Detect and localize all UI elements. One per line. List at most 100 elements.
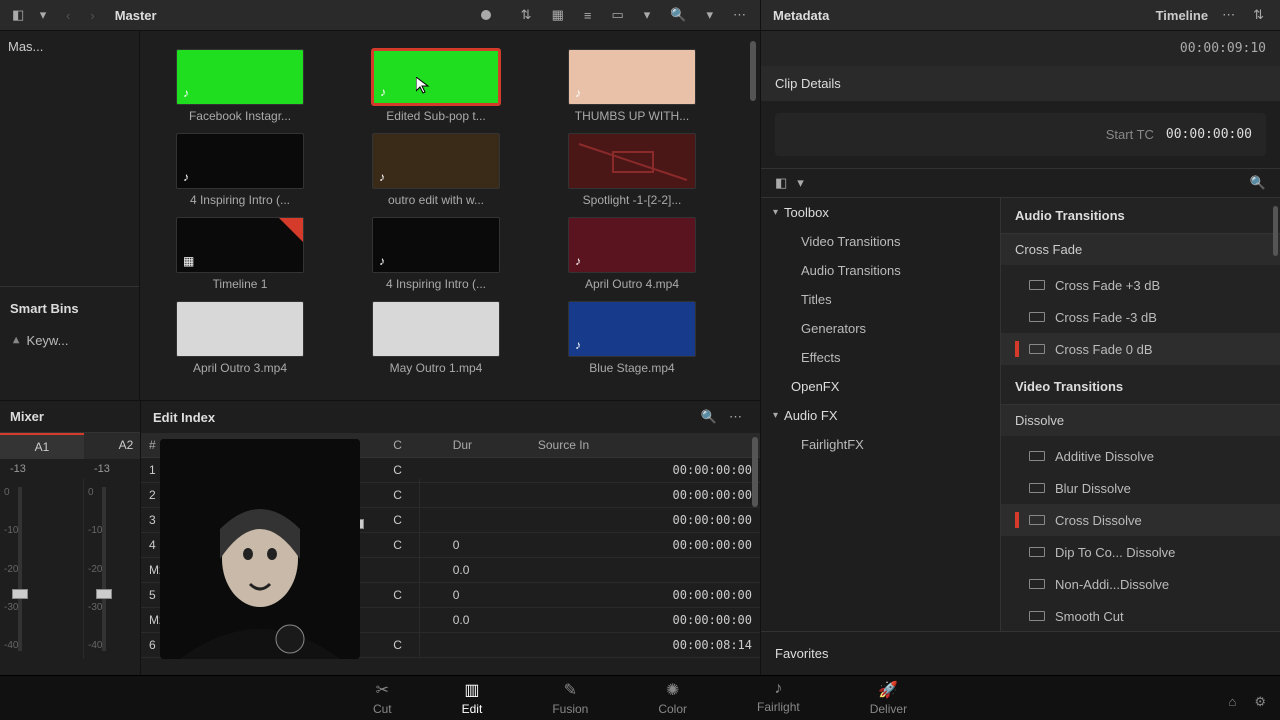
edit-index-search-icon[interactable]: 🔍	[695, 409, 723, 425]
settings-icon[interactable]: ⚙	[1254, 694, 1266, 710]
transition-icon	[1029, 312, 1045, 322]
clip-badge-icon: ♪	[575, 86, 581, 100]
page-color[interactable]: ✺Color	[648, 678, 697, 718]
tree-audio-transitions[interactable]: Audio Transitions	[761, 256, 1000, 285]
effect-item[interactable]: Smooth Cut	[1001, 600, 1280, 631]
effect-item[interactable]: Cross Fade 0 dB	[1001, 333, 1280, 365]
mixer-panel: Mixer A1A2A3AM1 -13-13-1.70.0 0-10-20-30…	[0, 400, 140, 675]
metadata-sort-icon[interactable]: ⇅	[1249, 7, 1268, 23]
start-tc-label: Start TC	[789, 127, 1154, 142]
metadata-panel: 00:00:09:10 Clip Details Start TC 00:00:…	[760, 31, 1280, 675]
table-header[interactable]: Source In	[530, 433, 760, 458]
tree-video-transitions[interactable]: Video Transitions	[761, 227, 1000, 256]
clip-name: Facebook Instagr...	[189, 109, 291, 123]
effect-item[interactable]: Cross Fade +3 dB	[1001, 269, 1280, 301]
clip-name: 4 Inspiring Intro (...	[190, 193, 290, 207]
start-tc-field: Start TC 00:00:00:00	[775, 113, 1266, 156]
smartbins-header: Smart Bins	[0, 291, 139, 326]
media-clip[interactable]: ♪4 Inspiring Intro (...	[356, 217, 516, 291]
panel-dropdown-icon[interactable]: ▾	[34, 3, 52, 27]
clip-badge-icon: ♪	[183, 170, 189, 184]
effects-search-icon[interactable]: 🔍	[1250, 175, 1266, 191]
mixer-track-header[interactable]: A1	[0, 433, 84, 459]
fusion-page-icon: ✎	[564, 680, 577, 700]
effect-item[interactable]: Blur Dissolve	[1001, 472, 1280, 504]
page-fairlight[interactable]: ♪Fairlight	[747, 678, 810, 718]
clip-badge-icon: ♪	[379, 170, 385, 184]
timeline-label[interactable]: Timeline	[1156, 8, 1209, 23]
media-clip[interactable]: ♪Facebook Instagr...	[160, 49, 320, 123]
page-cut[interactable]: ✂Cut	[363, 678, 402, 718]
media-clip[interactable]: ♪4 Inspiring Intro (...	[160, 133, 320, 207]
audio-transitions-section: Audio Transitions	[1001, 198, 1280, 234]
media-clip[interactable]: ♪outro edit with w...	[356, 133, 516, 207]
audiofx-group[interactable]: ▾Audio FX	[761, 401, 1000, 430]
tree-titles[interactable]: Titles	[761, 285, 1000, 314]
bin-root[interactable]: Mas...	[0, 31, 139, 62]
clip-badge-icon: ♪	[183, 86, 189, 100]
table-header[interactable]: C	[385, 433, 444, 458]
media-clip[interactable]: April Outro 3.mp4	[160, 301, 320, 375]
effects-toolbar: ◧ ▾ 🔍	[761, 168, 1280, 198]
page-fusion[interactable]: ✎Fusion	[542, 678, 598, 718]
mixer-fader[interactable]: 0-10-20-30-40	[0, 479, 84, 659]
tree-generators[interactable]: Generators	[761, 314, 1000, 343]
search-dropdown-icon[interactable]: ▾	[700, 3, 719, 27]
metadata-header: 00:00:09:10	[761, 31, 1280, 66]
media-clip[interactable]: Spotlight -1-[2-2]...	[552, 133, 712, 207]
clip-name: 4 Inspiring Intro (...	[386, 277, 486, 291]
effect-item[interactable]: Additive Dissolve	[1001, 440, 1280, 472]
clip-name: April Outro 4.mp4	[585, 277, 679, 291]
search-icon[interactable]: 🔍	[664, 3, 692, 27]
media-clip[interactable]: ♪ April Outro 4.mp4	[552, 217, 712, 291]
cut-page-icon: ✂	[376, 680, 389, 700]
edit-index-scrollbar[interactable]	[752, 437, 758, 507]
back-arrow-icon: ‹	[60, 8, 76, 23]
start-tc-value[interactable]: 00:00:00:00	[1166, 127, 1252, 142]
more-icon[interactable]: ⋯	[727, 3, 752, 27]
chevron-down-icon: ▾	[773, 410, 778, 421]
clip-badge-icon: ♪	[575, 338, 581, 352]
sort-icon[interactable]: ⇅	[515, 3, 538, 27]
transition-icon	[1029, 280, 1045, 290]
media-scrollbar[interactable]	[750, 41, 756, 101]
panel-dropdown-icon[interactable]: ▾	[797, 175, 804, 191]
keywords-item[interactable]: ▸ Keyw...	[0, 326, 139, 354]
edit-index-title: Edit Index	[153, 410, 215, 425]
transition-icon	[1029, 611, 1045, 621]
tree-fairlightfx[interactable]: FairlightFX	[761, 430, 1000, 459]
bin-title: Master	[115, 8, 157, 23]
grid-view-icon[interactable]: ▦	[546, 3, 570, 27]
effect-item[interactable]: Non-Addi...Dissolve	[1001, 568, 1280, 600]
page-edit[interactable]: ▥Edit	[452, 678, 493, 718]
list-view-icon[interactable]: ≡	[578, 4, 598, 27]
transition-icon	[1029, 451, 1045, 461]
strip-dropdown-icon[interactable]: ▾	[638, 3, 657, 27]
favorites-header: Favorites	[761, 631, 1280, 675]
home-icon[interactable]: ⌂	[1228, 694, 1236, 710]
strip-view-icon[interactable]: ▭	[605, 3, 629, 27]
tree-effects[interactable]: Effects	[761, 343, 1000, 372]
edit-index-more-icon[interactable]: ⋯	[723, 409, 748, 425]
table-header[interactable]: Dur	[445, 433, 530, 458]
media-clip[interactable]: ▦Timeline 1	[160, 217, 320, 291]
page-deliver[interactable]: 🚀Deliver	[860, 678, 917, 718]
media-clip[interactable]: ♪Blue Stage.mp4	[552, 301, 712, 375]
media-grid-area: ♪Facebook Instagr...♪Edited Sub-pop t...…	[140, 31, 760, 400]
effect-item[interactable]: Cross Fade -3 dB	[1001, 301, 1280, 333]
clip-name: April Outro 3.mp4	[193, 361, 287, 375]
openfx-group[interactable]: OpenFX	[761, 372, 1000, 401]
effects-scrollbar[interactable]	[1273, 206, 1278, 256]
media-clip[interactable]: May Outro 1.mp4	[356, 301, 516, 375]
toolbox-group[interactable]: ▾Toolbox	[761, 198, 1000, 227]
metadata-more-icon[interactable]: ⋯	[1218, 7, 1239, 23]
media-clip[interactable]: ♪Edited Sub-pop t...	[356, 49, 516, 123]
effect-item[interactable]: Cross Dissolve	[1001, 504, 1280, 536]
panel-icon[interactable]: ◧	[775, 175, 787, 191]
mixer-title: Mixer	[0, 401, 140, 433]
media-clip[interactable]: ♪THUMBS UP WITH...	[552, 49, 712, 123]
panel-toggle-icon[interactable]: ◧	[8, 3, 26, 27]
effect-item[interactable]: Dip To Co... Dissolve	[1001, 536, 1280, 568]
clip-badge-icon: ♪	[575, 254, 581, 268]
thumbnail-size-slider[interactable]	[481, 10, 491, 20]
